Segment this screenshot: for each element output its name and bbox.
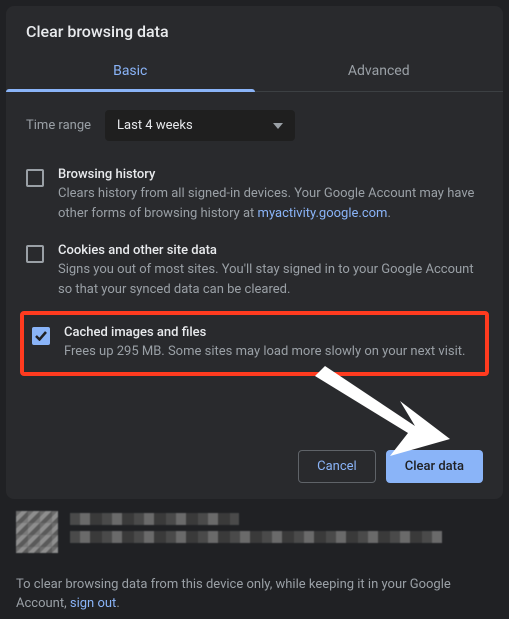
checkbox-cached[interactable] (32, 327, 50, 345)
tabs: Basic Advanced (6, 53, 503, 92)
account-info-redacted (12, 505, 497, 567)
time-range-select[interactable]: Last 4 weeks (105, 110, 295, 141)
option-cookies: Cookies and other site data Signs you ou… (18, 233, 491, 309)
time-range-value: Last 4 weeks (117, 118, 193, 133)
tab-basic[interactable]: Basic (6, 53, 255, 91)
avatar (16, 511, 58, 553)
option-desc: Frees up 295 MB. Some sites may load mor… (64, 342, 465, 362)
sign-out-link[interactable]: sign out (70, 596, 116, 611)
time-range-row: Time range Last 4 weeks (6, 92, 503, 151)
tab-advanced[interactable]: Advanced (255, 53, 504, 91)
checkbox-cookies[interactable] (26, 245, 44, 263)
check-icon (35, 331, 47, 341)
footer-text: To clear browsing data from this device … (12, 567, 497, 614)
time-range-label: Time range (26, 118, 91, 133)
options-list: Browsing history Clears history from all… (6, 151, 503, 380)
dialog-buttons: Cancel Clear data (6, 380, 503, 499)
clear-browsing-data-dialog: Clear browsing data Basic Advanced Time … (6, 6, 503, 499)
cancel-button[interactable]: Cancel (298, 450, 376, 483)
clear-data-button[interactable]: Clear data (386, 450, 483, 483)
option-title: Cached images and files (64, 325, 465, 340)
chevron-down-icon (273, 123, 283, 129)
option-title: Browsing history (58, 167, 483, 182)
option-cached: Cached images and files Frees up 295 MB.… (28, 321, 481, 366)
account-footer: To clear browsing data from this device … (0, 505, 509, 614)
annotation-highlight-box: Cached images and files Frees up 295 MB.… (20, 311, 489, 376)
dialog-title: Clear browsing data (6, 6, 503, 53)
option-desc: Clears history from all signed-in device… (58, 184, 483, 223)
redacted-line (70, 513, 239, 525)
option-title: Cookies and other site data (58, 243, 483, 258)
myactivity-link[interactable]: myactivity.google.com (258, 206, 388, 221)
option-browsing-history: Browsing history Clears history from all… (18, 157, 491, 233)
checkbox-browsing-history[interactable] (26, 169, 44, 187)
option-desc: Signs you out of most sites. You'll stay… (58, 260, 483, 299)
redacted-line (70, 531, 442, 543)
